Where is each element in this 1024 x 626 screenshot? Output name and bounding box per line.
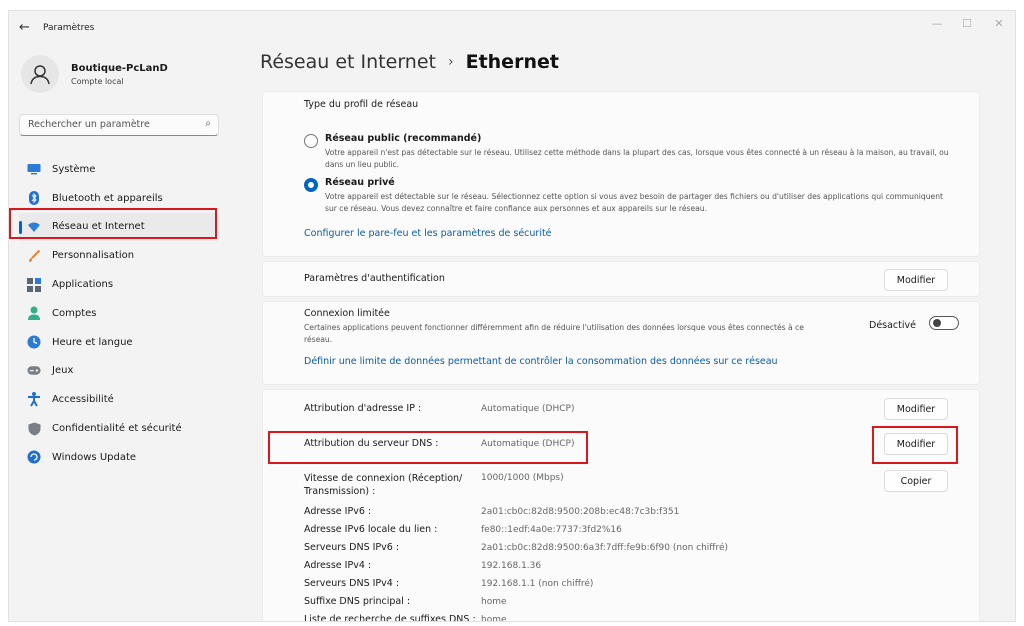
sidebar-item-label: Personnalisation — [52, 250, 135, 262]
ipv4-address-value: 192.168.1.36 — [481, 561, 542, 571]
sidebar-item-comptes[interactable]: Comptes — [19, 299, 219, 328]
highlight-box-sidebar — [9, 208, 217, 239]
avatar[interactable] — [21, 55, 59, 93]
search-icon: ⌕ — [205, 118, 211, 129]
monitor-icon — [27, 162, 41, 176]
auth-card: Paramètres d'authentification Modifier — [262, 261, 980, 297]
ipv6-dns-value: 2a01:cb0c:82d8:9500:6a3f:7dff:fe9b:6f90 … — [481, 543, 729, 553]
sidebar-item-label: Bluetooth et appareils — [52, 192, 163, 204]
clock-globe-icon — [27, 335, 41, 349]
sidebar-item-label: Applications — [52, 279, 114, 291]
sidebar-item-label: Accessibilité — [52, 394, 114, 406]
profile-account-type: Compte local — [71, 77, 124, 86]
sidebar-item-personnalisation[interactable]: Personnalisation — [19, 241, 219, 270]
search-placeholder: Rechercher un paramètre — [28, 119, 150, 130]
firewall-settings-link[interactable]: Configurer le pare-feu et les paramètres… — [304, 228, 552, 239]
link-speed-value: 1000/1000 (Mbps) — [481, 473, 564, 483]
sidebar-item-label: Confidentialité et sécurité — [52, 423, 182, 435]
network-profile-title: Type du profil de réseau — [304, 99, 419, 110]
breadcrumb-separator: › — [447, 54, 454, 70]
ip-settings-card: Attribution d'adresse IP : Automatique (… — [262, 389, 980, 622]
sidebar-item-heure-langue[interactable]: Heure et langue — [19, 328, 219, 357]
ip-assignment-value: Automatique (DHCP) — [481, 404, 575, 414]
sidebar-item-accessibilite[interactable]: Accessibilité — [19, 385, 219, 414]
sidebar-item-windows-update[interactable]: Windows Update — [19, 443, 219, 472]
radio-private-label: Réseau privé — [325, 177, 395, 188]
settings-window: ← Paramètres — ☐ ✕ Boutique-PcLanD Compt… — [8, 10, 1016, 622]
apps-icon — [27, 277, 41, 292]
sidebar-item-label: Jeux — [52, 365, 74, 377]
ipv4-dns-label: Serveurs DNS IPv4 : — [304, 578, 400, 589]
radio-private-network[interactable] — [304, 178, 318, 192]
ipv6-link-local-label: Adresse IPv6 locale du lien : — [304, 524, 438, 535]
shield-icon — [27, 422, 41, 436]
metered-toggle[interactable] — [929, 316, 959, 330]
data-limit-link[interactable]: Définir une limite de données permettant… — [304, 356, 778, 367]
ipv6-dns-label: Serveurs DNS IPv6 : — [304, 542, 400, 553]
sidebar-item-applications[interactable]: Applications — [19, 270, 219, 299]
ip-modify-button[interactable]: Modifier — [884, 398, 948, 420]
sidebar-item-systeme[interactable]: Système — [19, 155, 219, 184]
search-input[interactable]: Rechercher un paramètre ⌕ — [19, 114, 219, 136]
metered-connection-label: Connexion limitée — [304, 308, 390, 319]
ipv4-dns-value: 192.168.1.1 (non chiffré) — [481, 579, 594, 589]
page-title: Ethernet — [465, 51, 559, 73]
highlight-box-modify — [872, 426, 958, 464]
auth-modify-button[interactable]: Modifier — [884, 269, 948, 291]
radio-public-label: Réseau public (recommandé) — [325, 133, 482, 144]
auth-settings-label: Paramètres d'authentification — [304, 273, 445, 284]
metered-toggle-state: Désactivé — [869, 320, 916, 331]
profile-name: Boutique-PcLanD — [71, 63, 168, 74]
ipv4-address-label: Adresse IPv4 : — [304, 560, 372, 571]
dns-search-list-label: Liste de recherche de suffixes DNS : — [304, 614, 476, 622]
sidebar-item-label: Système — [52, 163, 96, 175]
radio-public-desc: Votre appareil n'est pas détectable sur … — [325, 148, 949, 169]
radio-public-network[interactable] — [304, 134, 318, 148]
copy-button[interactable]: Copier — [884, 470, 948, 492]
dns-search-list-value: home — [481, 615, 507, 622]
sidebar-item-label: Windows Update — [52, 451, 137, 463]
content-panel: Type du profil de réseau Réseau public (… — [262, 91, 980, 622]
update-icon — [27, 450, 41, 464]
back-arrow-icon[interactable]: ← — [19, 20, 30, 35]
minimize-icon[interactable]: — — [927, 17, 947, 30]
app-title: Paramètres — [43, 23, 95, 33]
dns-suffix-value: home — [481, 597, 507, 607]
bluetooth-icon — [27, 191, 41, 206]
person-icon — [30, 65, 50, 85]
close-icon[interactable]: ✕ — [989, 17, 1009, 30]
accessibility-icon — [27, 392, 41, 407]
breadcrumb-parent[interactable]: Réseau et Internet — [260, 51, 436, 73]
dns-suffix-label: Suffixe DNS principal : — [304, 596, 411, 607]
sidebar-item-label: Heure et langue — [52, 336, 133, 348]
metered-connection-card: Connexion limitée Certaines applications… — [262, 301, 980, 385]
person-icon — [27, 306, 41, 321]
sidebar-nav: Système Bluetooth et appareils Réseau et… — [19, 155, 219, 472]
gamepad-icon — [27, 364, 41, 378]
ipv6-address-label: Adresse IPv6 : — [304, 506, 372, 517]
ipv6-link-local-value: fe80::1edf:4a0e:7737:3fd2%16 — [481, 525, 622, 535]
metered-connection-desc: Certaines applications peuvent fonctionn… — [304, 323, 804, 344]
sidebar-item-confidentialite[interactable]: Confidentialité et sécurité — [19, 414, 219, 443]
sidebar-item-jeux[interactable]: Jeux — [19, 357, 219, 386]
sidebar-item-label: Comptes — [52, 307, 97, 319]
ip-assignment-label: Attribution d'adresse IP : — [304, 403, 422, 414]
maximize-icon[interactable]: ☐ — [957, 17, 977, 30]
link-speed-label: Vitesse de connexion (Réception/ Transmi… — [304, 473, 463, 497]
radio-private-desc: Votre appareil est détectable sur le rés… — [325, 192, 944, 213]
ipv6-address-value: 2a01:cb0c:82d8:9500:208b:ec48:7c3b:f351 — [481, 507, 680, 517]
highlight-box-dns — [268, 431, 588, 464]
brush-icon — [27, 249, 41, 263]
breadcrumb: Réseau et Internet › Ethernet — [260, 51, 559, 73]
network-profile-card: Type du profil de réseau Réseau public (… — [262, 91, 980, 257]
title-bar: ← Paramètres — ☐ ✕ — [9, 11, 1015, 47]
